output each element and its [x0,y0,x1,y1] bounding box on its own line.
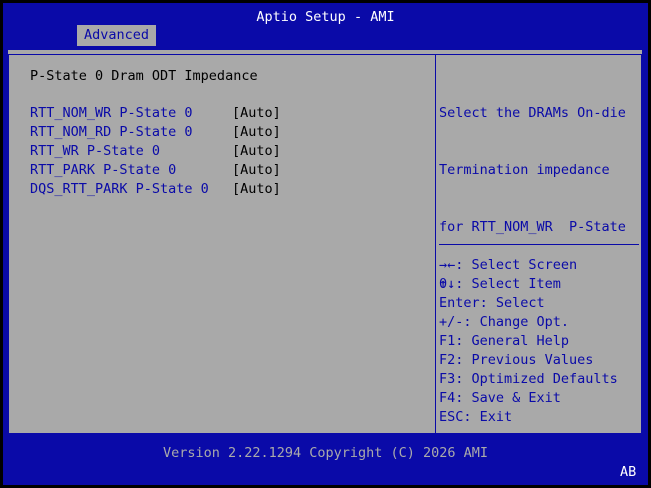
setting-rtt-wr-value[interactable]: [Auto] [232,143,281,159]
key-esc: ESC: Exit [439,409,513,425]
setting-dqs-rtt-park[interactable]: DQS_RTT_PARK P-State 0 [30,181,209,197]
status-badge: AB [620,464,637,480]
key-select-item: ↑↓: Select Item [439,276,561,292]
panel-border-top [8,54,642,55]
setting-rtt-nom-rd[interactable]: RTT_NOM_RD P-State 0 [30,124,193,140]
setting-rtt-nom-wr-value[interactable]: [Auto] [232,105,281,121]
setting-rtt-nom-rd-value[interactable]: [Auto] [232,124,281,140]
main-panel: P-State 0 Dram ODT Impedance RTT_NOM_WR … [8,50,642,434]
panel-border-right [641,54,642,434]
key-f1: F1: General Help [439,333,570,349]
setting-rtt-park-value[interactable]: [Auto] [232,162,281,178]
bios-window: Aptio Setup - AMI Advanced P-State 0 Dra… [3,3,648,485]
key-legend: →←: Select Screen ↑↓: Select Item Enter:… [439,256,618,427]
setting-dqs-rtt-park-value[interactable]: [Auto] [232,181,281,197]
version-footer: Version 2.22.1294 Copyright (C) 2026 AMI [162,445,489,461]
panel-divider [435,54,436,433]
key-change-opt: +/-: Change Opt. [439,314,570,330]
help-line: for RTT_NOM_WR P-State [439,219,626,235]
help-line: Select the DRAMs On-die [439,105,626,121]
setting-rtt-park[interactable]: RTT_PARK P-State 0 [30,162,176,178]
key-f4: F4: Save & Exit [439,390,561,406]
key-select-screen: →←: Select Screen [439,257,578,273]
panel-border-bottom [8,433,642,434]
page-title: P-State 0 Dram ODT Impedance [30,68,258,84]
key-f3: F3: Optimized Defaults [439,371,618,387]
key-f2: F2: Previous Values [439,352,594,368]
panel-border-left [8,54,9,434]
tab-advanced[interactable]: Advanced [77,25,156,46]
key-enter: Enter: Select [439,295,545,311]
setting-rtt-nom-wr[interactable]: RTT_NOM_WR P-State 0 [30,105,193,121]
setting-rtt-wr[interactable]: RTT_WR P-State 0 [30,143,160,159]
help-line: Termination impedance [439,162,610,178]
app-title: Aptio Setup - AMI [256,9,395,25]
